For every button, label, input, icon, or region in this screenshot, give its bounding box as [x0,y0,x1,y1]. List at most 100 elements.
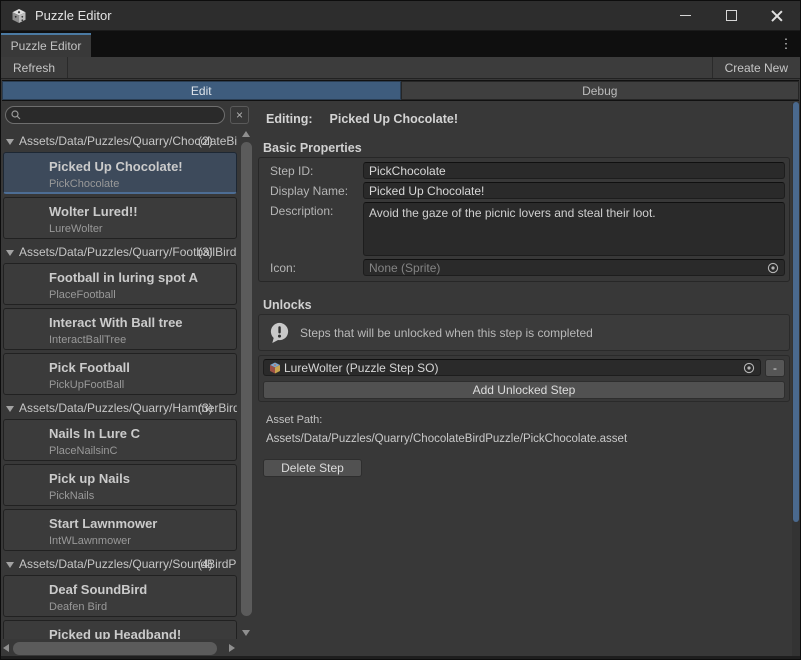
close-icon [771,10,783,22]
window-bottom-edge [1,656,800,659]
maximize-button[interactable] [708,1,754,30]
unlock-object-value: LureWolter (Puzzle Step SO) [284,361,439,375]
step-title: Pick Football [49,360,232,375]
sidebar-horizontal-scrollbar[interactable] [1,641,237,656]
foldout-arrow-icon [6,406,14,412]
maximize-icon [726,10,737,21]
step-id: PlaceNailsinC [49,445,232,457]
search-input[interactable] [25,108,219,122]
scroll-left-arrow-icon[interactable] [3,644,9,652]
step-list-item[interactable]: Deaf SoundBird Deafen Bird [3,575,237,617]
editor-vertical-scrollbar[interactable] [792,102,800,656]
tab-debug[interactable]: Debug [401,81,800,100]
content-area: × Assets/Data/Puzzles/Quarry/ChocolateBi… [1,102,800,659]
section-foldout-header[interactable]: Assets/Data/Puzzles/Quarry/ChocolateBird… [3,134,237,149]
window-title: Puzzle Editor [35,8,112,23]
tab-bar: Puzzle Editor [1,31,800,57]
step-id-row: Step ID: [263,162,785,179]
scroll-up-arrow-icon[interactable] [242,131,250,137]
unlocks-title: Unlocks [263,298,312,312]
step-id: IntWLawnmower [49,535,232,547]
icon-label: Icon: [263,259,363,276]
step-list-item[interactable]: Pick up NailsPickNails [3,464,237,506]
description-input[interactable]: Avoid the gaze of the picnic lovers and … [363,202,785,256]
step-id: LureWolter [49,223,232,235]
step-title: Interact With Ball tree [49,315,232,330]
add-unlocked-step-button[interactable]: Add Unlocked Step [263,381,785,399]
step-id: InteractBallTree [49,334,232,346]
icon-object-field[interactable]: None (Sprite) [363,259,785,276]
step-list-item[interactable]: Wolter Lured!! LureWolter [3,197,237,239]
step-title: Football in luring spot A [49,270,232,285]
horizontal-scroll-thumb[interactable] [13,642,217,655]
step-title: Picked up Headband! [49,627,232,639]
step-list-item[interactable]: Interact With Ball tree InteractBallTree [3,308,237,350]
kebab-menu-icon[interactable] [778,34,794,54]
search-icon [11,110,21,120]
step-list: Assets/Data/Puzzles/Quarry/ChocolateBird… [3,128,237,639]
description-row: Description: Avoid the gaze of the picni… [263,202,785,256]
editor-scroll-thumb[interactable] [793,102,799,522]
step-list-item[interactable]: Pick FootballPickUpFootBall [3,353,237,395]
step-list-item[interactable]: Picked Up Chocolate!PickChocolate [3,152,237,194]
step-list-item[interactable]: Picked up Headband! [3,620,237,639]
step-list-item[interactable]: Nails In Lure C PlaceNailsinC [3,419,237,461]
section-count: (3) [198,245,213,260]
basic-properties-box: Step ID: Display Name: Description: Avoi… [258,157,790,282]
sidebar-vertical-scrollbar[interactable] [240,129,253,638]
section-foldout-header[interactable]: Assets/Data/Puzzles/Quarry/HammerBirdPuz… [3,401,237,416]
unlock-entry-row: LureWolter (Puzzle Step SO) - [263,359,785,377]
display-name-label: Display Name: [263,182,363,199]
search-clear-button[interactable]: × [230,106,249,124]
step-list-item[interactable]: Start Lawnmower IntWLawnmower [3,509,237,551]
vertical-scroll-thumb[interactable] [241,142,252,616]
tab-edit[interactable]: Edit [2,81,401,100]
create-new-button[interactable]: Create New [712,57,800,78]
display-name-input[interactable] [363,182,785,199]
step-sidebar: × Assets/Data/Puzzles/Quarry/ChocolateBi… [1,102,255,659]
description-label: Description: [263,202,363,256]
scriptable-object-icon [269,362,281,374]
step-id: PlaceFootball [49,289,232,301]
mode-toggle: Edit Debug [2,80,799,101]
step-title: Nails In Lure C [49,426,232,441]
search-box[interactable] [5,106,225,124]
step-list-item[interactable]: Football in luring spot A PlaceFootball [3,263,237,305]
icon-row: Icon: None (Sprite) [263,259,785,276]
basic-properties-title: Basic Properties [263,141,362,155]
object-picker-icon[interactable] [743,362,755,374]
window-dice-icon [11,8,27,24]
unlocks-info-text: Steps that will be unlocked when this st… [300,326,593,340]
step-id: PickChocolate [49,178,232,190]
info-bubble-icon [268,321,291,344]
scroll-right-arrow-icon[interactable] [229,644,235,652]
step-title: Wolter Lured!! [49,204,232,219]
section-count: (4) [198,557,213,572]
close-button[interactable] [754,1,800,30]
minimize-button[interactable] [662,1,708,30]
foldout-arrow-icon [6,139,14,145]
foldout-arrow-icon [6,562,14,568]
step-editor-pane: Editing: Picked Up Chocolate! Basic Prop… [255,102,790,659]
delete-step-button[interactable]: Delete Step [263,459,362,477]
asset-path-value: Assets/Data/Puzzles/Quarry/ChocolateBird… [266,433,627,445]
step-title: Start Lawnmower [49,516,232,531]
foldout-arrow-icon [6,250,14,256]
refresh-button[interactable]: Refresh [1,57,68,78]
section-count: (3) [198,401,213,416]
remove-unlock-button[interactable]: - [765,359,785,377]
scroll-down-arrow-icon[interactable] [242,630,250,636]
step-id-input[interactable] [363,162,785,179]
step-id: PickNails [49,490,232,502]
object-picker-icon[interactable] [767,262,779,274]
editing-header: Editing: Picked Up Chocolate! [266,112,458,126]
minimize-icon [680,15,691,16]
section-foldout-header[interactable]: Assets/Data/Puzzles/Quarry/FootballBirdP… [3,245,237,260]
tab-puzzle-editor[interactable]: Puzzle Editor [1,33,91,57]
step-title: Deaf SoundBird [49,582,232,597]
step-id: Deafen Bird [49,601,232,613]
asset-path-label: Asset Path: [266,414,322,426]
section-foldout-header[interactable]: Assets/Data/Puzzles/Quarry/SoundBirdPuzz… [3,557,237,572]
unlocks-helpbox: Steps that will be unlocked when this st… [258,314,790,351]
unlock-object-field[interactable]: LureWolter (Puzzle Step SO) [263,359,761,376]
